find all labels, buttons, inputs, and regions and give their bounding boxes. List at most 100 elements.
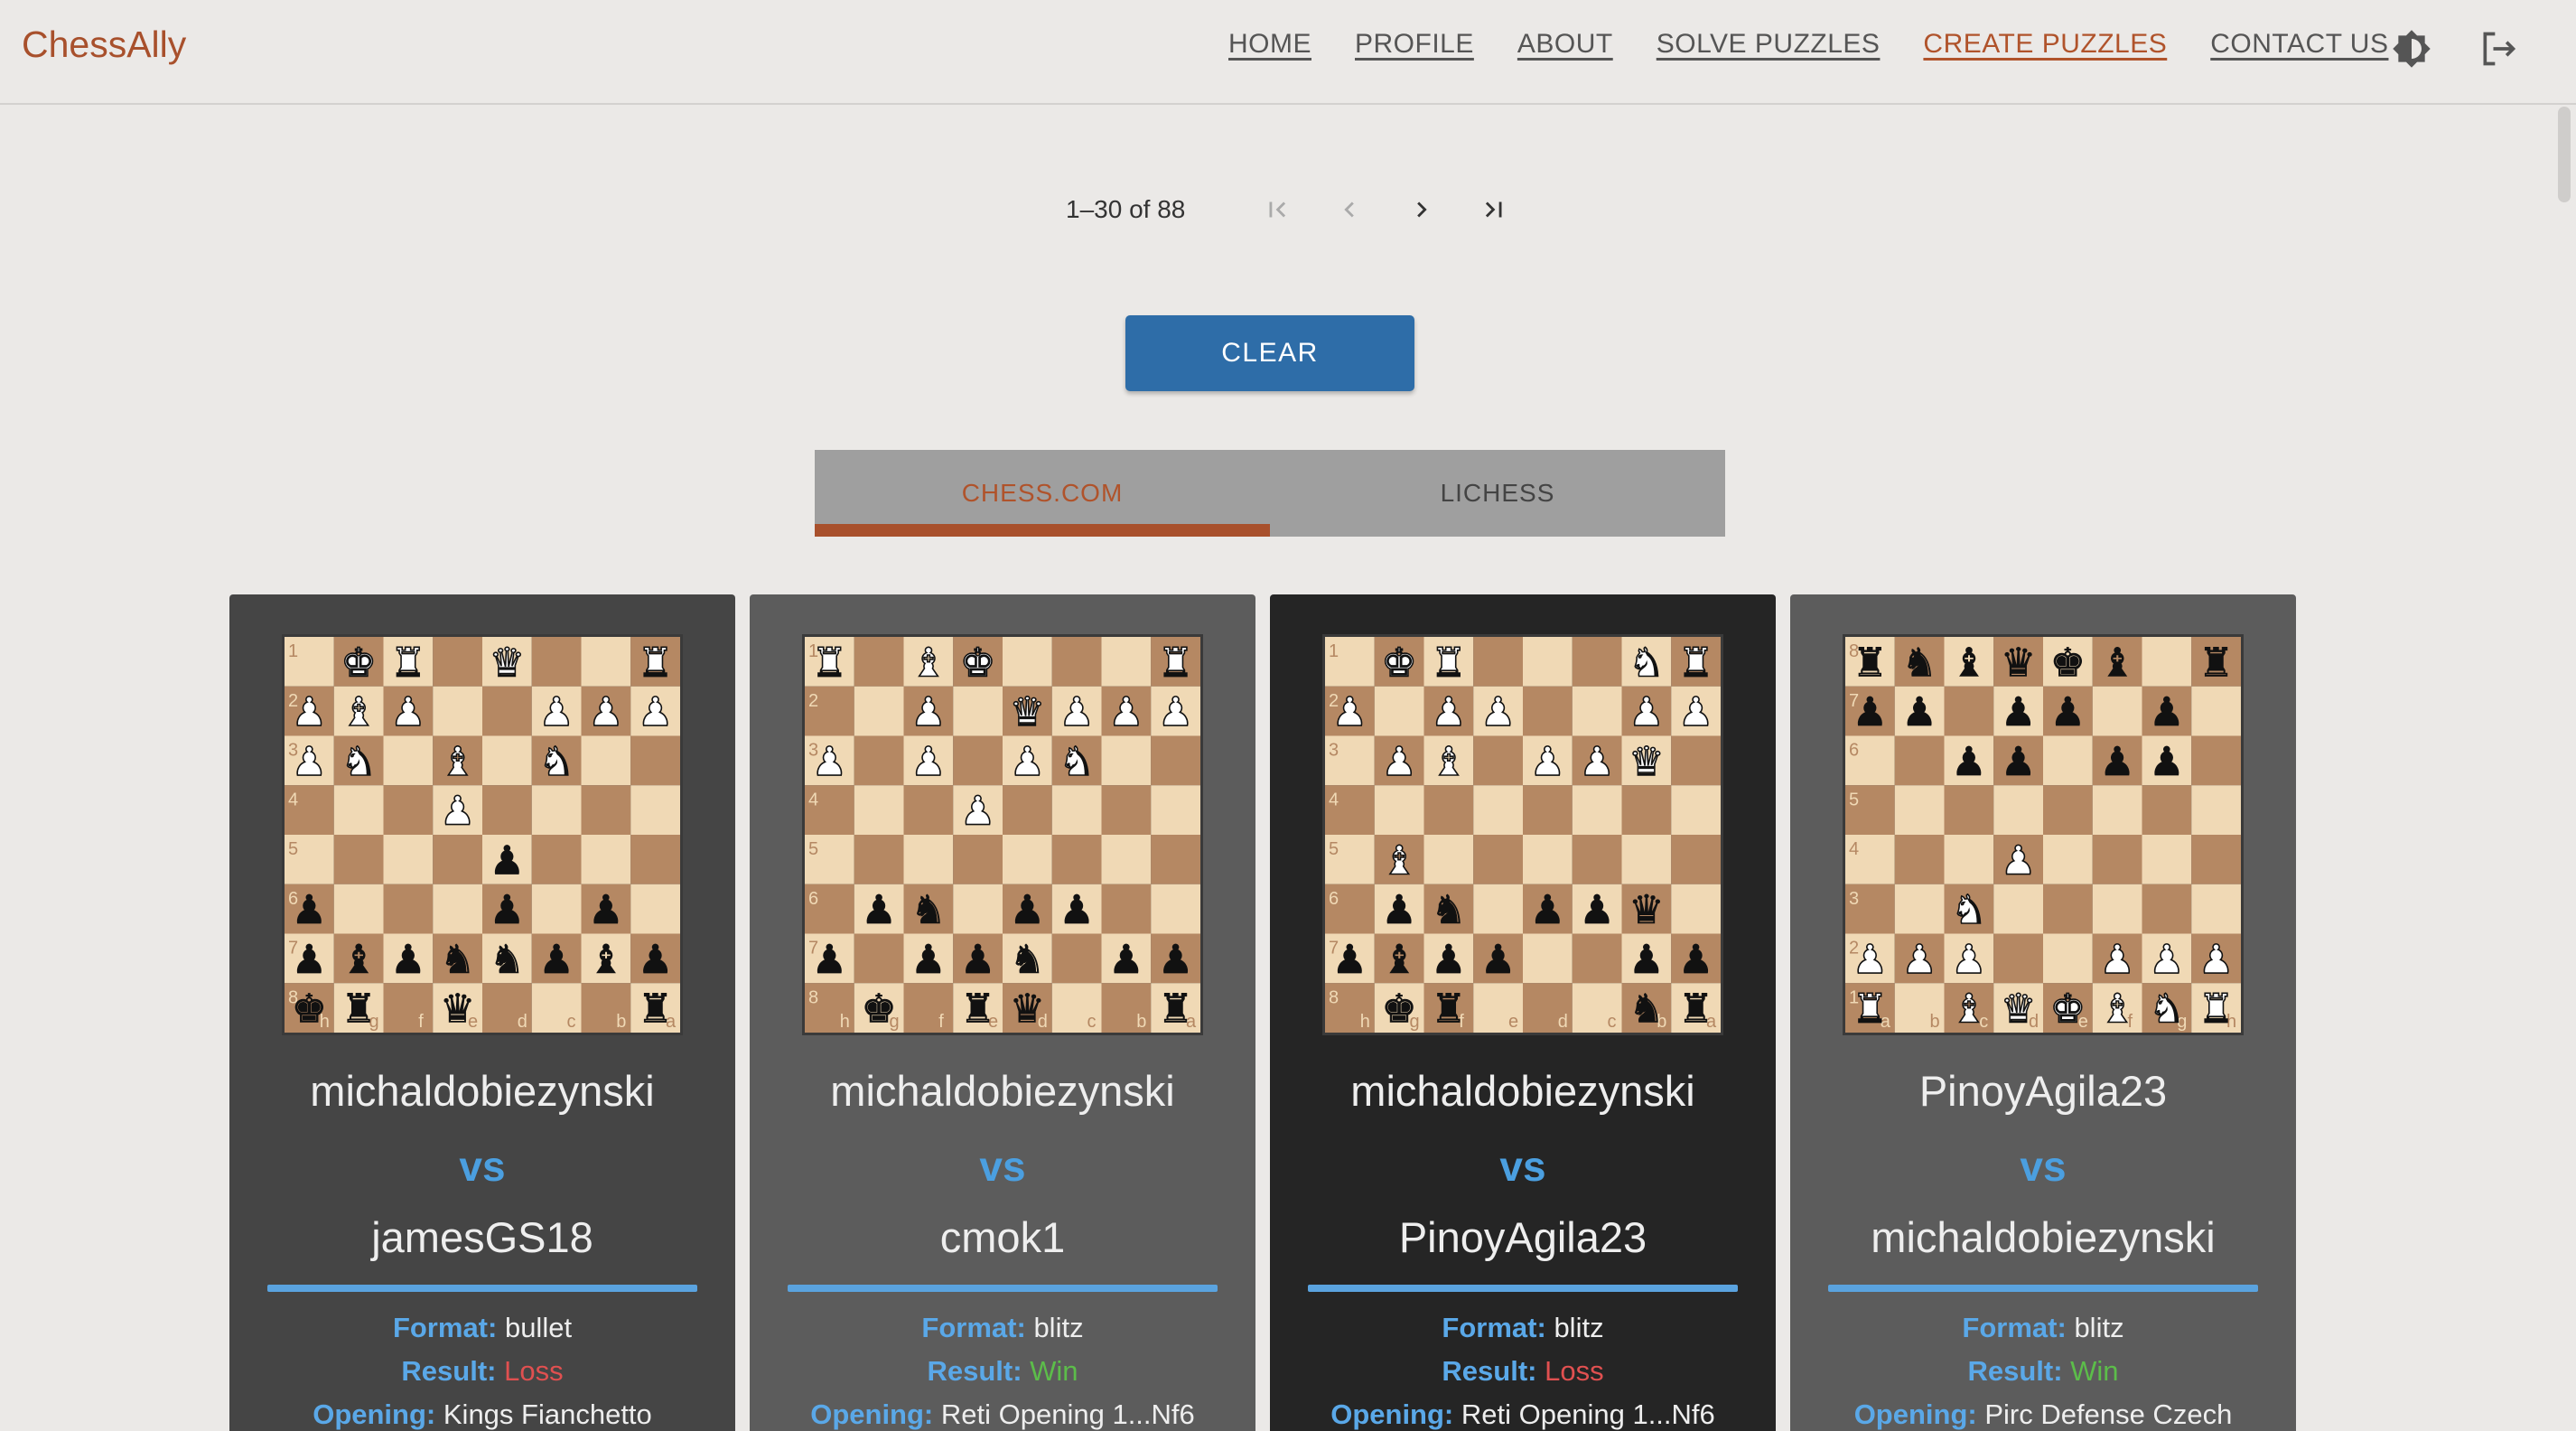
nav-solve-puzzles[interactable]: SOLVE PUZZLES bbox=[1657, 29, 1881, 60]
white-rook-icon: ♜ bbox=[1431, 640, 1466, 686]
tab-chess-com[interactable]: CHESS.COM bbox=[815, 450, 1270, 537]
white-pawn-icon: ♟ bbox=[292, 689, 327, 735]
board-square bbox=[1894, 785, 1945, 835]
logout-icon[interactable] bbox=[2477, 27, 2520, 70]
board-square bbox=[581, 785, 631, 835]
black-pawn-icon: ♟ bbox=[1108, 937, 1143, 983]
white-pawn-icon: ♟ bbox=[2198, 937, 2234, 983]
board-square bbox=[2043, 835, 2093, 884]
board-square bbox=[433, 835, 482, 884]
file-label: b bbox=[616, 1012, 626, 1032]
board-square bbox=[1101, 637, 1152, 687]
board-square bbox=[1523, 686, 1573, 736]
white-bishop-icon: ♝ bbox=[1381, 837, 1416, 884]
board-square bbox=[1051, 835, 1102, 884]
opening-line: Opening: Reti Opening 1...Nf6 bbox=[1330, 1398, 1715, 1430]
board-square bbox=[531, 884, 582, 934]
rank-label: 5 bbox=[808, 839, 818, 859]
board-square bbox=[1101, 785, 1152, 835]
white-pawn-icon: ♟ bbox=[538, 689, 574, 735]
white-pawn-icon: ♟ bbox=[2099, 937, 2134, 983]
previous-page-icon[interactable] bbox=[1313, 193, 1386, 226]
opening-line: Opening: Reti Opening 1...Nf6 bbox=[810, 1398, 1195, 1430]
board-square bbox=[1671, 835, 1721, 884]
board-square bbox=[2191, 735, 2241, 786]
scrollbar[interactable] bbox=[2553, 105, 2576, 1431]
divider bbox=[1828, 1285, 2258, 1292]
black-pawn-icon: ♟ bbox=[960, 937, 995, 983]
white-pawn-icon: ♟ bbox=[1010, 739, 1045, 785]
white-knight-icon: ♞ bbox=[538, 739, 574, 785]
black-pawn-icon: ♟ bbox=[1158, 937, 1193, 983]
black-pawn-icon: ♟ bbox=[1853, 689, 1888, 735]
versus-label: vs bbox=[459, 1143, 506, 1190]
white-pawn-icon: ♟ bbox=[588, 689, 623, 735]
black-knight-icon: ♞ bbox=[1431, 887, 1466, 933]
game-card[interactable]: 1 2 3 4 5 6 7 8 h g f e d c b a ♚ ♜ ♞ ♜ ♟ ♟ ♟ ♟ ♟ ♟ ♝ ♟ ♟ ♛ ♝ ♟ ♞ ♟ ♟ ♛ ♟ ♝ ♟ ♟… bbox=[1270, 594, 1776, 1431]
nav-contact-us[interactable]: CONTACT US bbox=[2210, 29, 2388, 60]
white-pawn-icon: ♟ bbox=[1629, 689, 1664, 735]
black-pawn-icon: ♟ bbox=[1901, 689, 1937, 735]
black-bishop-icon: ♝ bbox=[2099, 640, 2134, 686]
white-queen-icon: ♛ bbox=[1010, 689, 1045, 735]
board-square bbox=[953, 835, 1003, 884]
white-rook-icon: ♜ bbox=[638, 640, 673, 686]
brightness-icon[interactable] bbox=[2390, 27, 2433, 70]
chess-board: 8 7 6 5 4 3 2 1 a b c d e f g h ♜ ♞ ♝ ♛ ♚ ♝ ♜ ♟ ♟ ♟ ♟ ♟ ♟ ♟ ♟ ♟ ♟ ♞ ♟ ♟ ♟ ♟ ♟ ♟… bbox=[1843, 634, 2244, 1035]
board-square bbox=[531, 785, 582, 835]
nav-home[interactable]: HOME bbox=[1228, 29, 1311, 60]
last-page-icon[interactable] bbox=[1458, 193, 1530, 226]
player-two-name: cmok1 bbox=[939, 1213, 1066, 1261]
rank-label: 8 bbox=[808, 987, 818, 1007]
black-pawn-icon: ♟ bbox=[2149, 739, 2184, 785]
board-square bbox=[1423, 785, 1474, 835]
white-pawn-icon: ♟ bbox=[1059, 689, 1094, 735]
player-two-name: jamesGS18 bbox=[371, 1213, 593, 1261]
brand-logo[interactable]: ChessAlly bbox=[22, 23, 186, 66]
board-square bbox=[854, 933, 904, 984]
game-card[interactable]: 1 2 3 4 5 6 7 8 h g f e d c b a ♚ ♜ ♛ ♜ ♟ ♝ ♟ ♟ ♟ ♟ ♟ ♞ ♝ ♞ ♟ ♟ ♟ ♟ ♟ ♟ ♝ ♟ ♞ ♞… bbox=[229, 594, 735, 1431]
rank-label: 6 bbox=[1329, 889, 1339, 909]
white-pawn-icon: ♟ bbox=[2001, 837, 2036, 884]
first-page-icon[interactable] bbox=[1241, 193, 1313, 226]
board-square bbox=[1671, 785, 1721, 835]
white-pawn-icon: ♟ bbox=[1579, 739, 1614, 785]
board-square bbox=[953, 735, 1003, 786]
white-pawn-icon: ♟ bbox=[1951, 937, 1986, 983]
nav-about[interactable]: ABOUT bbox=[1517, 29, 1613, 60]
board-square bbox=[1993, 785, 2043, 835]
clear-button[interactable]: CLEAR bbox=[1125, 315, 1414, 391]
black-bishop-icon: ♝ bbox=[1381, 937, 1416, 983]
game-card[interactable]: 1 2 3 4 5 6 7 8 h g f e d c b a ♜ ♝ ♚ ♜ ♟ ♛ ♟ ♟ ♟ ♟ ♟ ♟ ♞ ♟ ♟ ♞ ♟ ♟ ♟ ♟ ♟ ♞ ♟ ♟… bbox=[750, 594, 1255, 1431]
nav-create-puzzles[interactable]: CREATE PUZZLES bbox=[1923, 29, 2167, 60]
board-square bbox=[1621, 835, 1672, 884]
scrollbar-thumb[interactable] bbox=[2558, 107, 2571, 202]
tab-lichess[interactable]: LICHESS bbox=[1270, 450, 1725, 537]
white-bishop-icon: ♝ bbox=[910, 640, 946, 686]
board-square bbox=[1473, 884, 1523, 934]
black-pawn-icon: ♟ bbox=[812, 937, 847, 983]
board-square bbox=[1621, 785, 1672, 835]
format-line: Format: blitz bbox=[921, 1312, 1084, 1343]
format-line: Format: bullet bbox=[392, 1312, 573, 1343]
black-pawn-icon: ♟ bbox=[1010, 887, 1045, 933]
black-knight-icon: ♞ bbox=[440, 937, 475, 983]
board-square bbox=[1051, 933, 1102, 984]
board-square bbox=[903, 835, 954, 884]
white-king-icon: ♚ bbox=[341, 640, 376, 686]
white-rook-icon: ♜ bbox=[2198, 987, 2234, 1033]
board-square bbox=[953, 884, 1003, 934]
file-label: d bbox=[518, 1012, 527, 1032]
white-pawn-icon: ♟ bbox=[1678, 689, 1713, 735]
game-card[interactable]: 8 7 6 5 4 3 2 1 a b c d e f g h ♜ ♞ ♝ ♛ ♚ ♝ ♜ ♟ ♟ ♟ ♟ ♟ ♟ ♟ ♟ ♟ ♟ ♞ ♟ ♟ ♟ ♟ ♟ ♟… bbox=[1790, 594, 2296, 1431]
black-queen-icon: ♛ bbox=[2001, 640, 2036, 686]
file-label: b bbox=[1136, 1012, 1146, 1032]
board-square bbox=[1671, 884, 1721, 934]
file-label: b bbox=[1930, 1012, 1940, 1032]
chess-board: 1 2 3 4 5 6 7 8 h g f e d c b a ♜ ♝ ♚ ♜ ♟ ♛ ♟ ♟ ♟ ♟ ♟ ♟ ♞ ♟ ♟ ♞ ♟ ♟ ♟ ♟ ♟ ♞ ♟ ♟… bbox=[802, 634, 1203, 1035]
black-queen-icon: ♛ bbox=[1629, 887, 1664, 933]
nav-profile[interactable]: PROFILE bbox=[1355, 29, 1474, 60]
next-page-icon[interactable] bbox=[1386, 193, 1458, 226]
board-square bbox=[1523, 637, 1573, 687]
white-king-icon: ♚ bbox=[2050, 987, 2086, 1033]
